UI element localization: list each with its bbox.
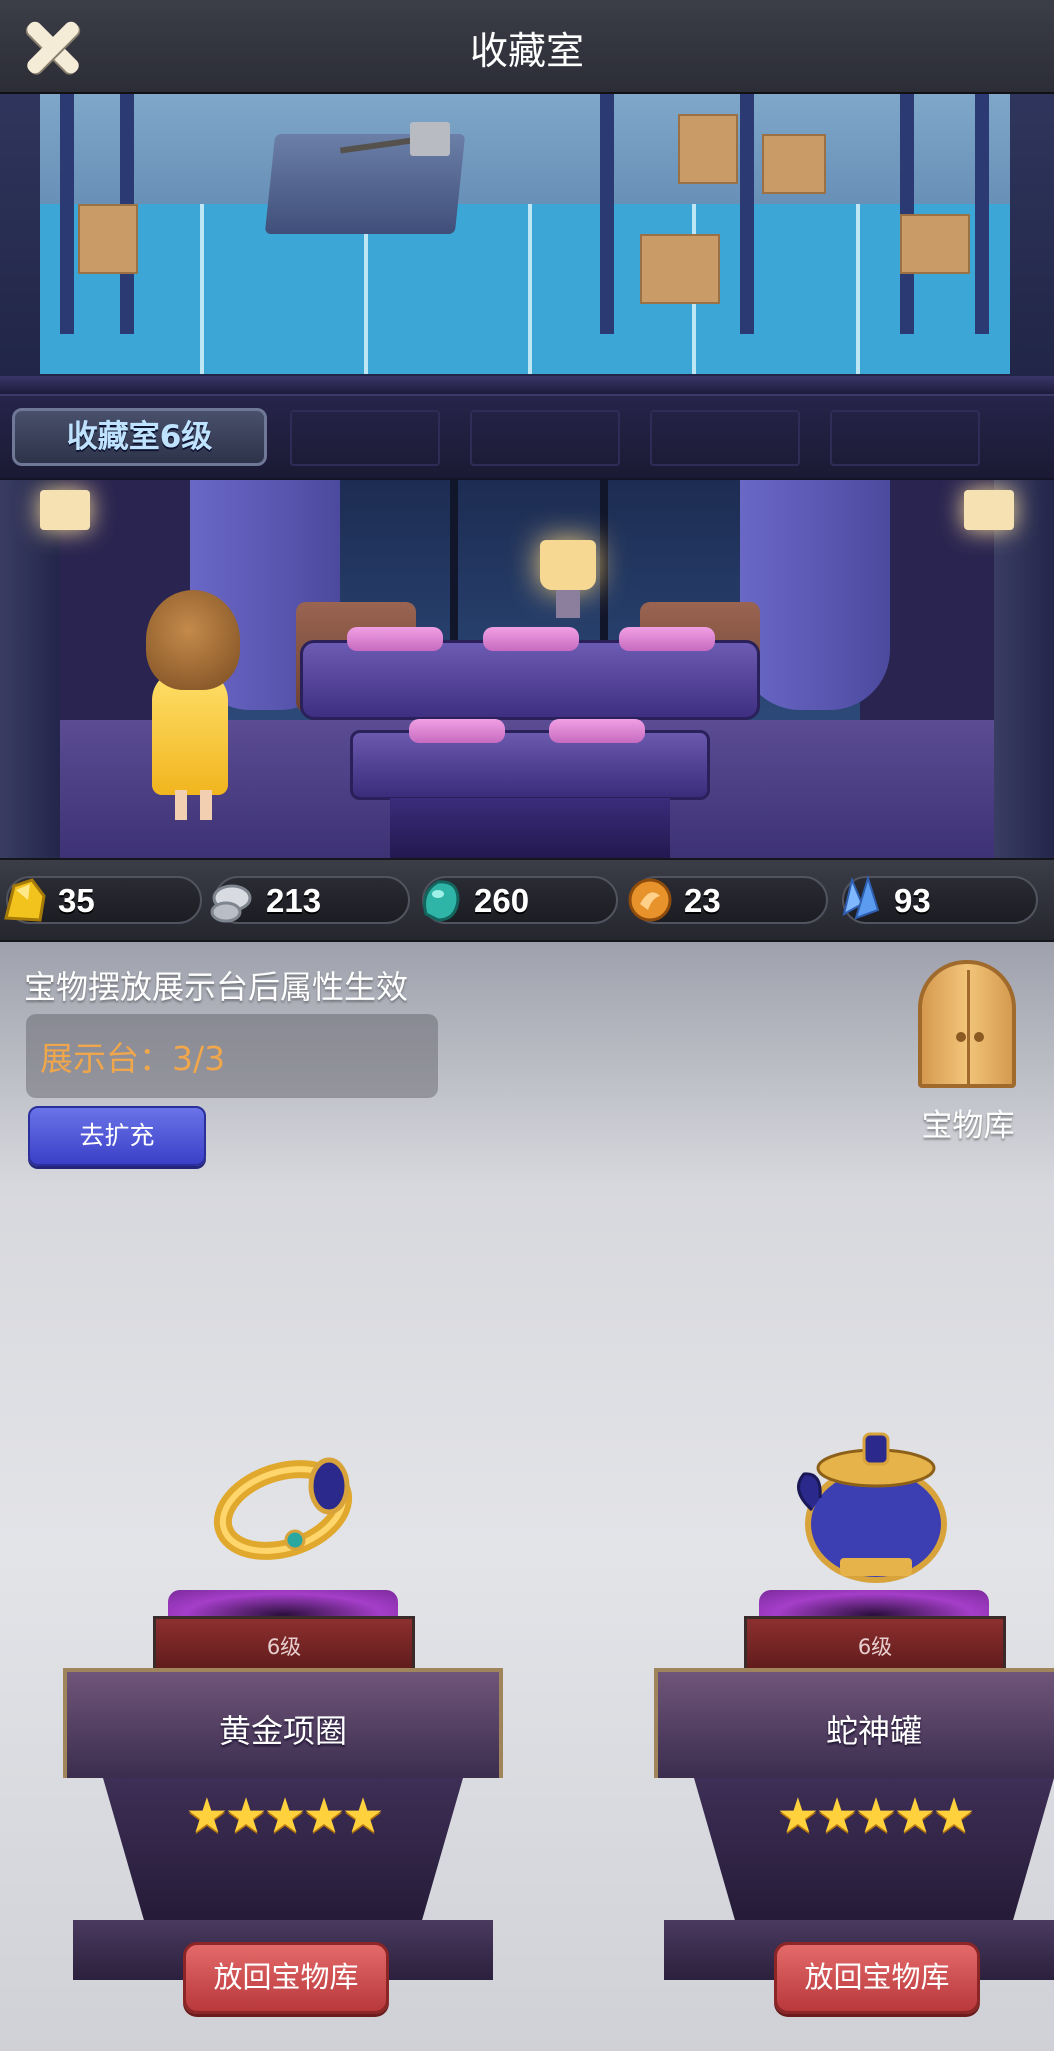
star-rating: ★★★★★: [776, 1788, 975, 1844]
resource-value: 213: [266, 882, 322, 919]
resource-value: 35: [58, 882, 95, 919]
pillar-right: [994, 480, 1054, 858]
wall-panel: [650, 410, 800, 466]
top-bar: 收藏室: [0, 0, 1054, 94]
crystal-icon: [842, 874, 880, 920]
display-stand-1[interactable]: 6级 黄金项圈 ★★★★★ 放回宝物库: [43, 1440, 523, 2014]
lamp-base: [556, 590, 580, 618]
star-rating: ★★★★★: [185, 1788, 384, 1844]
table-lamp-icon: [540, 540, 596, 590]
cushion: [619, 627, 715, 651]
golden-ring-icon: [213, 1457, 353, 1560]
shelf-post: [975, 94, 989, 334]
page-title: 收藏室: [469, 29, 584, 73]
resource-value: 93: [894, 882, 931, 919]
treasure-vault-button[interactable]: 宝物库: [908, 960, 1028, 1144]
treasure-name: 蛇神罐: [825, 1712, 922, 1750]
treasure-level: 6级: [857, 1635, 893, 1659]
lounge-bench: [350, 719, 710, 800]
resource-jade: 260: [422, 876, 618, 924]
lounge-room-scene: [0, 480, 1054, 858]
storage-floor: [40, 204, 1010, 374]
cardboard-box: [78, 204, 138, 274]
pillar-left: [0, 480, 60, 858]
wall-panel: [470, 410, 620, 466]
shelf-post: [740, 94, 754, 334]
jade-icon: [423, 880, 460, 922]
stand-count-box: 展示台：3/3: [26, 1014, 438, 1098]
resource-silver: 213: [210, 876, 410, 924]
character-leg: [175, 790, 187, 820]
treasure-name: 黄金项圈: [218, 1712, 347, 1750]
wall-panel: [290, 410, 440, 466]
wall-panel: [830, 410, 980, 466]
cushion: [483, 627, 579, 651]
silver-ore-icon: [210, 884, 252, 923]
shelf-post: [60, 94, 74, 334]
vault-label: 宝物库: [921, 1108, 1015, 1144]
shelf-post: [600, 94, 614, 334]
cardboard-box: [762, 134, 826, 194]
display-stand-2[interactable]: 6级 蛇神罐 ★★★★★ 放回宝物库: [634, 1432, 1054, 2014]
cardboard-box: [678, 114, 738, 184]
resource-bar: 35 213 260 23 93: [0, 858, 1054, 942]
bronze-coin-icon: [628, 878, 672, 922]
resource-value: 260: [474, 882, 530, 919]
floor-beam: [0, 376, 1054, 394]
display-hint: 宝物摆放展示台后属性生效: [24, 968, 409, 1006]
resource-gold: 35: [4, 876, 202, 924]
pedestal-plaque: 6级: [744, 1616, 1006, 1676]
bench-base: [390, 798, 670, 858]
cardboard-box: [640, 234, 720, 304]
treasure-level: 6级: [266, 1635, 302, 1659]
cushion: [409, 719, 505, 743]
resource-value: 23: [684, 882, 721, 919]
room-level-label: 收藏室6级: [12, 408, 267, 466]
vault-door-icon: [918, 960, 1016, 1088]
resource-crystal: 93: [842, 874, 1038, 924]
serpent-jar-icon: [797, 1432, 947, 1583]
curtain-right: [740, 480, 890, 710]
character-girl-hair: [146, 590, 240, 690]
hammer-prop: [340, 122, 460, 162]
pedestal-plaque: 6级: [153, 1616, 415, 1676]
stand-count: 展示台：3/3: [40, 1039, 226, 1078]
wall-lamp-icon: [964, 490, 1014, 530]
wall-lamp-icon: [40, 490, 90, 530]
door-knob: [956, 1032, 966, 1042]
cushion: [549, 719, 645, 743]
gold-ore-icon: [4, 878, 46, 922]
cushion: [347, 627, 443, 651]
lounge-desk: [300, 627, 760, 720]
return-to-vault-button[interactable]: 放回宝物库: [183, 1942, 389, 2014]
character-leg: [200, 790, 212, 820]
cardboard-box: [900, 214, 970, 274]
storage-room-scene: [0, 94, 1054, 394]
return-to-vault-button[interactable]: 放回宝物库: [774, 1942, 980, 2014]
resource-bronze: 23: [628, 876, 828, 924]
expand-button[interactable]: 去扩充: [28, 1106, 206, 1166]
door-knob: [974, 1032, 984, 1042]
